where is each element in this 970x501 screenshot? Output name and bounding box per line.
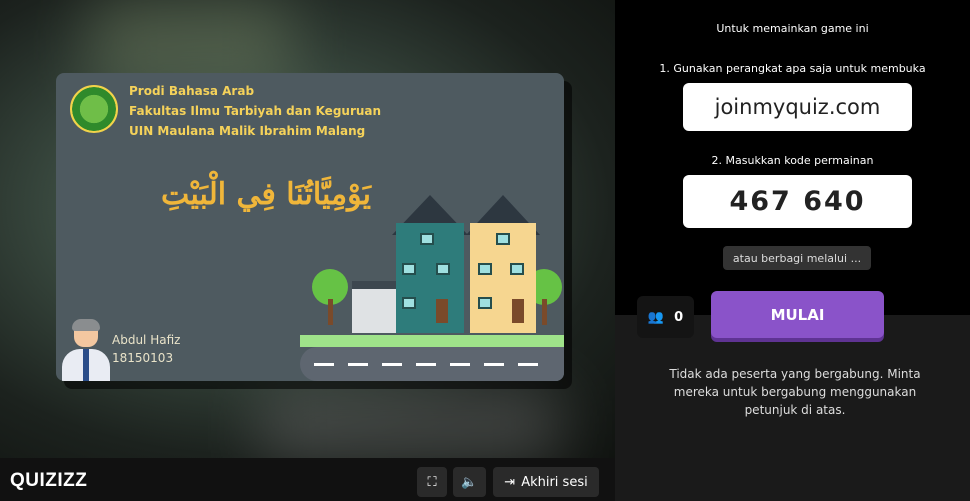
institution-line-1: Prodi Bahasa Arab (129, 84, 255, 98)
author-info: Abdul Hafiz 18150103 (112, 331, 180, 367)
author-avatar (62, 319, 110, 381)
join-step-1: 1. Gunakan perangkat apa saja untuk memb… (659, 62, 926, 75)
sound-button[interactable]: 🔈 (453, 467, 486, 497)
participant-count: 0 (674, 309, 684, 325)
slide-title: يَوْمِيَّاتُنَا فِي الْبَيْتِ (161, 177, 371, 212)
join-step-2: 2. Masukkan kode permainan (711, 154, 874, 167)
author-id: 18150103 (112, 351, 174, 365)
university-logo (70, 85, 118, 133)
end-session-button[interactable]: ⇥ Akhiri sesi (493, 467, 599, 497)
institution-line-3: UIN Maulana Malik Ibrahim Malang (129, 124, 366, 138)
users-icon: 👥 (647, 309, 665, 325)
author-name: Abdul Hafiz (112, 333, 181, 347)
join-heading: Untuk memainkan game ini (716, 22, 869, 35)
fullscreen-icon: ⛶ (427, 474, 437, 490)
end-session-label: Akhiri sesi (521, 474, 588, 490)
institution-line-2: Fakultas Ilmu Tarbiyah dan Keguruan (129, 104, 382, 118)
share-button[interactable]: atau berbagi melalui ... (723, 246, 871, 270)
slide-preview: Prodi Bahasa Arab Fakultas Ilmu Tarbiyah… (56, 73, 564, 381)
presentation-stage: Prodi Bahasa Arab Fakultas Ilmu Tarbiyah… (0, 0, 615, 458)
institution-text: Prodi Bahasa Arab Fakultas Ilmu Tarbiyah… (129, 81, 381, 141)
exit-icon: ⇥ (504, 474, 516, 490)
no-participants-message: Tidak ada peserta yang bergabung. Minta … (669, 367, 921, 417)
join-url: joinmyquiz.com (714, 95, 881, 119)
game-code-box[interactable]: 467 640 (683, 175, 912, 228)
quizizz-logo: QUIZIZZ (10, 470, 88, 491)
fullscreen-button[interactable]: ⛶ (417, 467, 447, 497)
game-code: 467 640 (729, 186, 866, 217)
start-button[interactable]: MULAI (711, 291, 884, 338)
participant-counter: 👥 0 (637, 296, 694, 338)
join-url-box[interactable]: joinmyquiz.com (683, 83, 912, 131)
speaker-icon: 🔈 (461, 474, 478, 490)
